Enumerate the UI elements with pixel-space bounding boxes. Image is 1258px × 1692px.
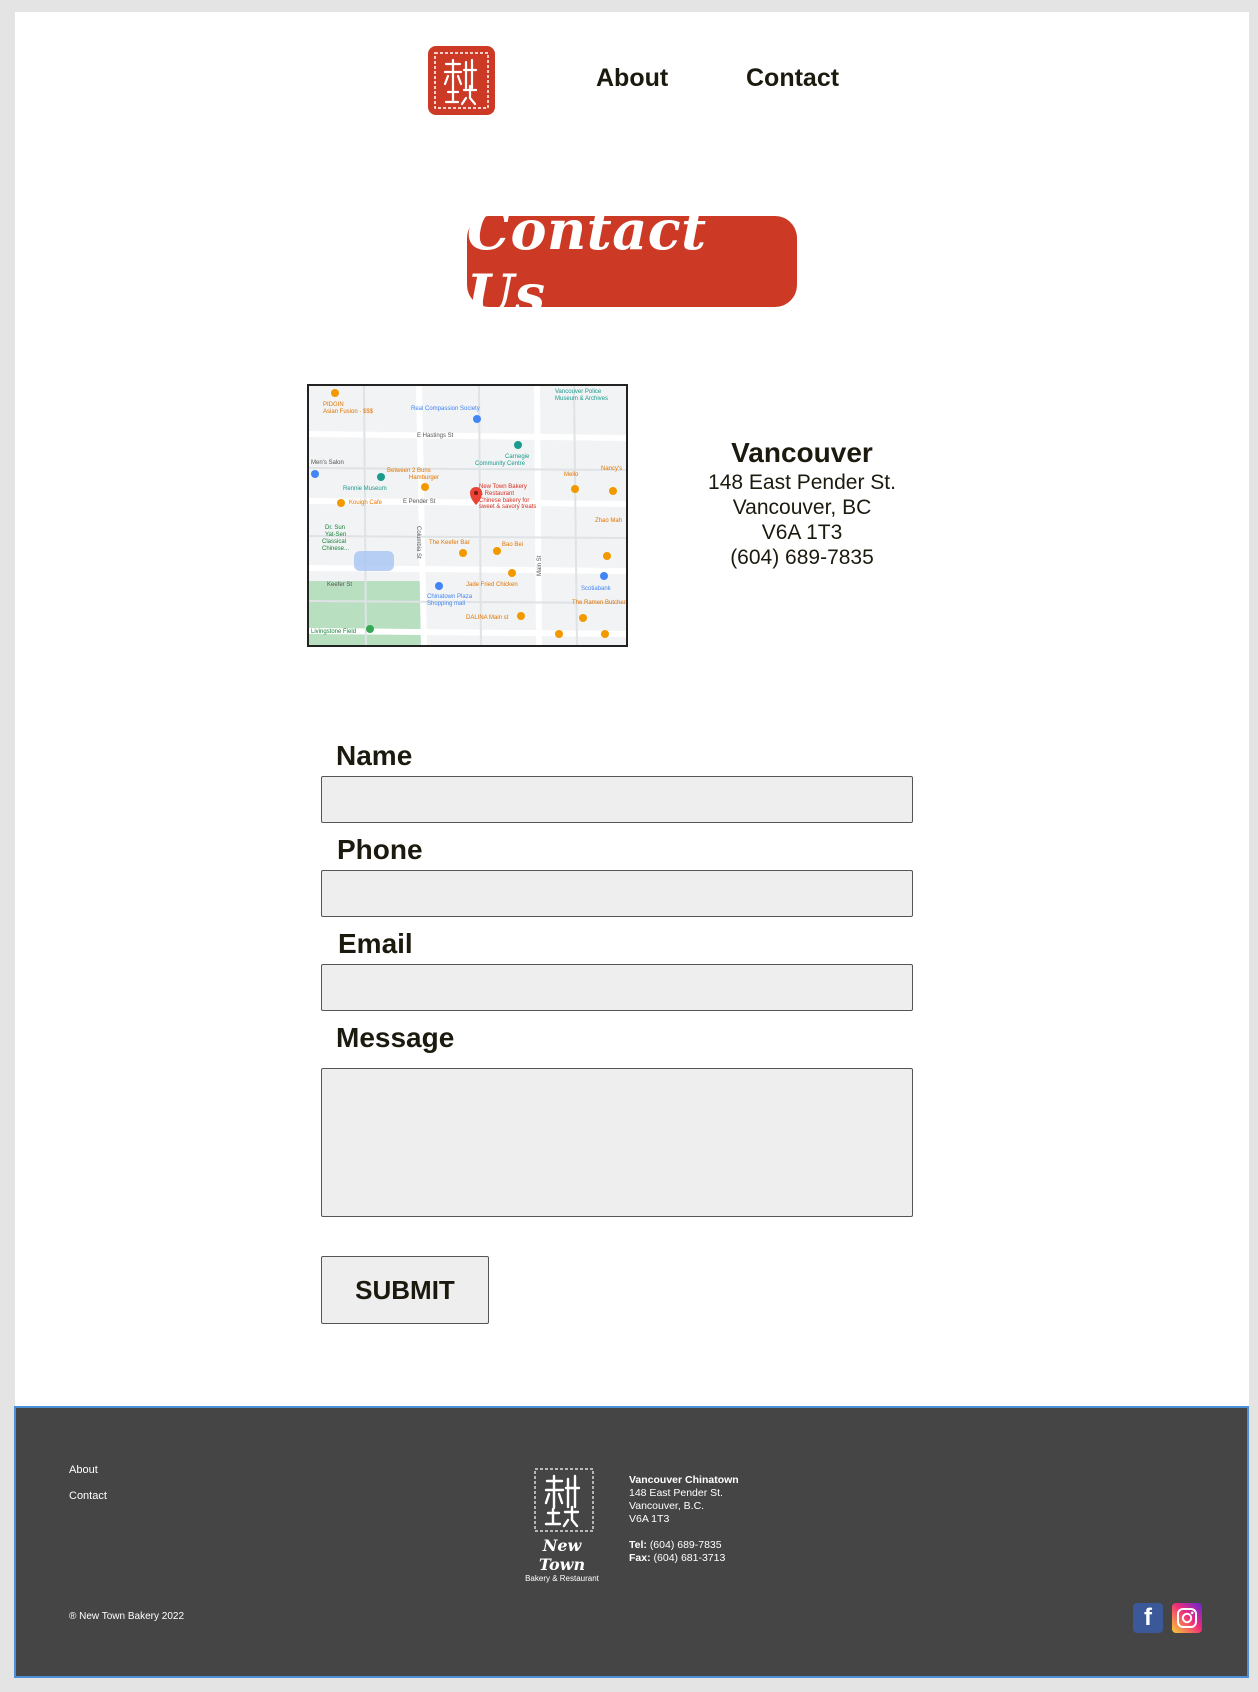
nav-about-link[interactable]: About — [596, 64, 668, 93]
location-street: 148 East Pender St. — [708, 471, 896, 494]
footer-address: Vancouver Chinatown 148 East Pender St. … — [629, 1474, 739, 1565]
map-label: Kouign Cafe — [349, 500, 383, 506]
location-city: Vancouver — [731, 437, 873, 468]
submit-button[interactable]: SUBMIT — [321, 1256, 489, 1324]
map-label: DALINA Main st — [466, 615, 509, 621]
location-region: Vancouver, BC — [732, 496, 872, 519]
map-label: Asian Fusion · $$$ — [323, 409, 374, 415]
map-label: Community Centre — [475, 461, 526, 467]
map-label: The Ramen Butcher — [572, 600, 626, 606]
footer-about-link[interactable]: About — [69, 1464, 98, 1476]
map-label: Between 2 Buns — [387, 468, 431, 474]
map-label: Carnegie — [505, 454, 530, 460]
facebook-icon[interactable]: f — [1133, 1603, 1163, 1633]
map-label: sweet & savory treats — [479, 504, 536, 510]
footer-brand-name: New Town — [538, 1536, 586, 1574]
map-label: Hamburger — [409, 475, 439, 481]
page-title: Contact Us — [467, 197, 707, 326]
location-map[interactable]: PIDGIN Asian Fusion · $$$ Real Compassio… — [307, 384, 628, 647]
map-label: Museum & Archives — [555, 396, 608, 402]
footer-address-title: Vancouver Chinatown — [629, 1474, 739, 1486]
footer-brand-subtitle: Bakery & Restaurant — [525, 1574, 599, 1583]
map-label: Jade Fried Chicken — [466, 582, 518, 588]
map-label: Vancouver Police — [555, 389, 602, 395]
email-field[interactable] — [321, 964, 913, 1011]
map-label: Men's Salon — [311, 460, 344, 466]
footer-tel-label: Tel: — [629, 1539, 647, 1551]
site-footer: About Contact New Town Bakery & Restaura… — [14, 1406, 1249, 1678]
phone-label: Phone — [337, 834, 423, 865]
map-label: Chinese... — [322, 546, 349, 552]
footer-brand: New Town Bakery & Restaurant — [517, 1536, 607, 1583]
footer-fax-label: Fax: — [629, 1552, 651, 1564]
map-label: Real Compassion Society — [411, 406, 480, 412]
map-label: Yat-Sen — [325, 532, 346, 538]
map-label: New Town Bakery — [479, 484, 527, 490]
map-label: Classical — [322, 539, 346, 545]
footer-fax-value: (604) 681-3713 — [653, 1552, 726, 1564]
map-label: E Hastings St — [417, 433, 454, 439]
nav-contact-link[interactable]: Contact — [746, 64, 839, 93]
footer-copyright: ® New Town Bakery 2022 — [69, 1611, 185, 1622]
phone-field[interactable] — [321, 870, 913, 917]
map-label: Keefer St — [327, 582, 352, 588]
footer-address-street: 148 East Pender St. — [629, 1487, 723, 1499]
map-label: Bao Bei — [502, 542, 523, 548]
location-postal: V6A 1T3 — [761, 521, 843, 544]
map-label: PIDGIN — [323, 402, 344, 408]
map-label: Chinatown Plaza — [427, 594, 473, 600]
footer-address-city: Vancouver, B.C. — [629, 1500, 705, 1512]
footer-contact-link[interactable]: Contact — [69, 1490, 107, 1502]
map-label: Livingstone Field — [311, 629, 356, 635]
message-label: Message — [336, 1022, 455, 1053]
location-phone: (604) 689-7835 — [730, 546, 874, 569]
map-label: Dr. Sun — [325, 525, 345, 531]
map-label: Scotiabank — [581, 586, 612, 592]
map-label: Zhao Mah — [595, 518, 622, 524]
map-label: The Keefer Bar — [429, 540, 470, 546]
instagram-icon[interactable] — [1172, 1603, 1202, 1633]
map-label: Main St — [537, 555, 543, 576]
footer-tel-value: (604) 689-7835 — [649, 1539, 722, 1551]
map-label: E Pender St — [403, 499, 436, 505]
map-label: & Restaurant — [479, 491, 514, 497]
logo-icon[interactable] — [428, 46, 495, 115]
location-info: Vancouver 148 East Pender St. Vancouver,… — [677, 436, 927, 570]
map-label: Columbia St — [415, 526, 421, 559]
map-label: Shopping mall — [427, 601, 465, 607]
name-label: Name — [336, 740, 413, 771]
email-label: Email — [338, 928, 413, 959]
message-field[interactable] — [321, 1068, 913, 1217]
footer-fax: Fax: (604) 681-3713 — [629, 1552, 739, 1565]
map-label: Nancy's — [601, 466, 622, 472]
page-title-banner: Contact Us — [467, 198, 797, 326]
map-label: Rennie Museum — [343, 486, 387, 492]
footer-address-postal: V6A 1T3 — [629, 1513, 670, 1525]
map-label: Mello — [564, 472, 579, 478]
footer-tel: Tel: (604) 689-7835 — [629, 1539, 739, 1552]
name-field[interactable] — [321, 776, 913, 823]
